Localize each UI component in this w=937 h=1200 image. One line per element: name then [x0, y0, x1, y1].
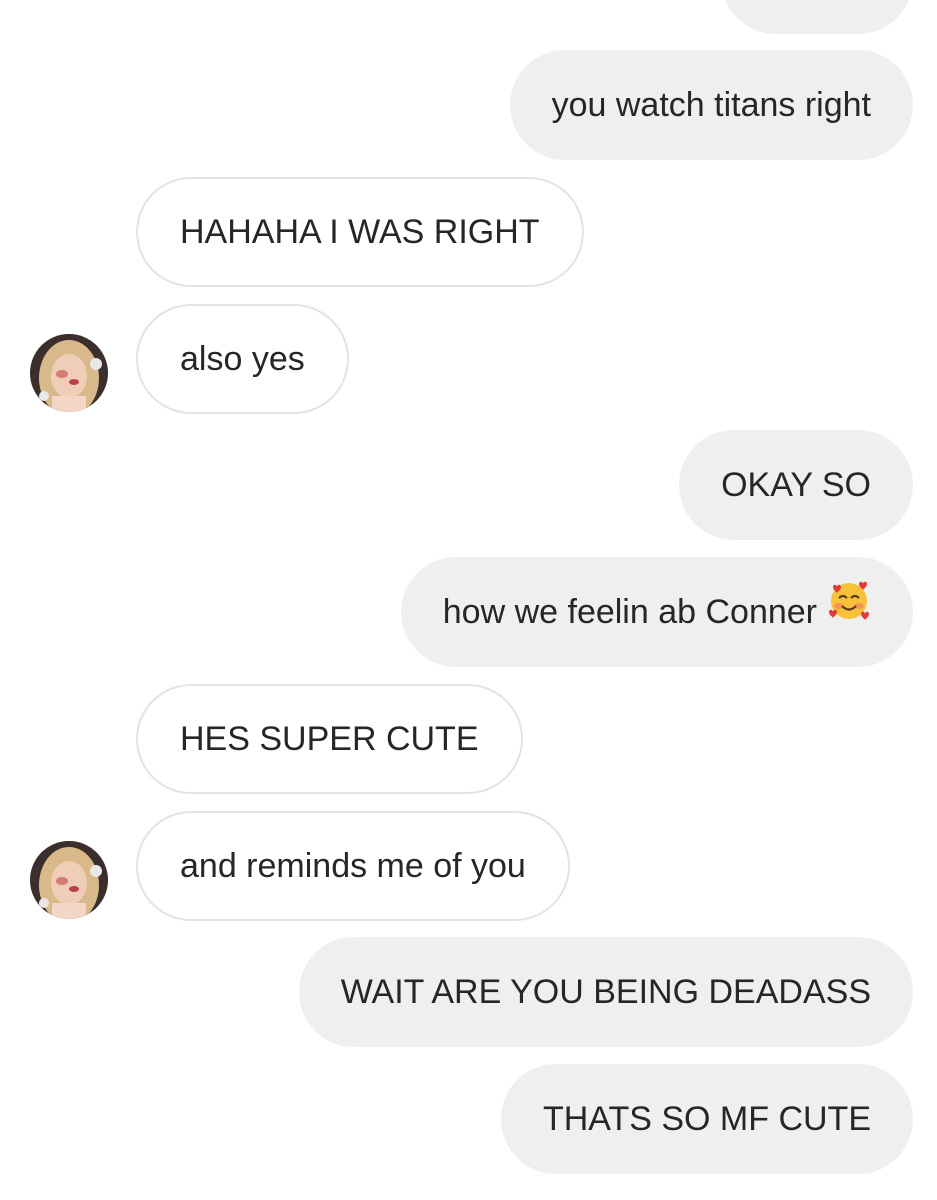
smiling-face-with-hearts-icon [827, 556, 871, 666]
message-text: you watch titans right [551, 86, 871, 124]
message-bubble-sent[interactable]: how we feelin ab Conner [400, 556, 913, 667]
message-bubble-sent[interactable]: WAIT ARE YOU BEING DEADASS [298, 937, 913, 1047]
avatar-photo-icon [30, 334, 108, 412]
message-text: and reminds me of you [180, 847, 526, 885]
sender-avatar[interactable] [30, 334, 108, 412]
message-bubble-received[interactable]: and reminds me of you [136, 811, 570, 921]
message-text: how we feelin ab Conner [442, 593, 817, 631]
message-bubble-sent[interactable]: THATS SO MF CUTE [500, 1064, 913, 1174]
message-bubble-received[interactable]: HES SUPER CUTE [136, 684, 523, 794]
message-text: HES SUPER CUTE [180, 720, 479, 758]
message-text: THATS SO MF CUTE [542, 1100, 871, 1138]
message-text: HAHAHA I WAS RIGHT [180, 213, 540, 251]
message-text: WAIT ARE YOU BEING DEADASS [340, 973, 871, 1011]
message-bubble-sent[interactable]: OKAY SO [679, 430, 913, 540]
message-bubble-sent[interactable]: you watch titans right [509, 50, 913, 160]
message-bubble-received[interactable]: HAHAHA I WAS RIGHT [136, 177, 584, 287]
avatar-photo-icon [30, 841, 108, 919]
sender-avatar[interactable] [30, 841, 108, 919]
message-text: also yes [180, 340, 305, 378]
message-bubble-sent[interactable] [721, 0, 913, 34]
message-text: OKAY SO [721, 466, 871, 504]
message-bubble-received[interactable]: also yes [136, 304, 349, 414]
